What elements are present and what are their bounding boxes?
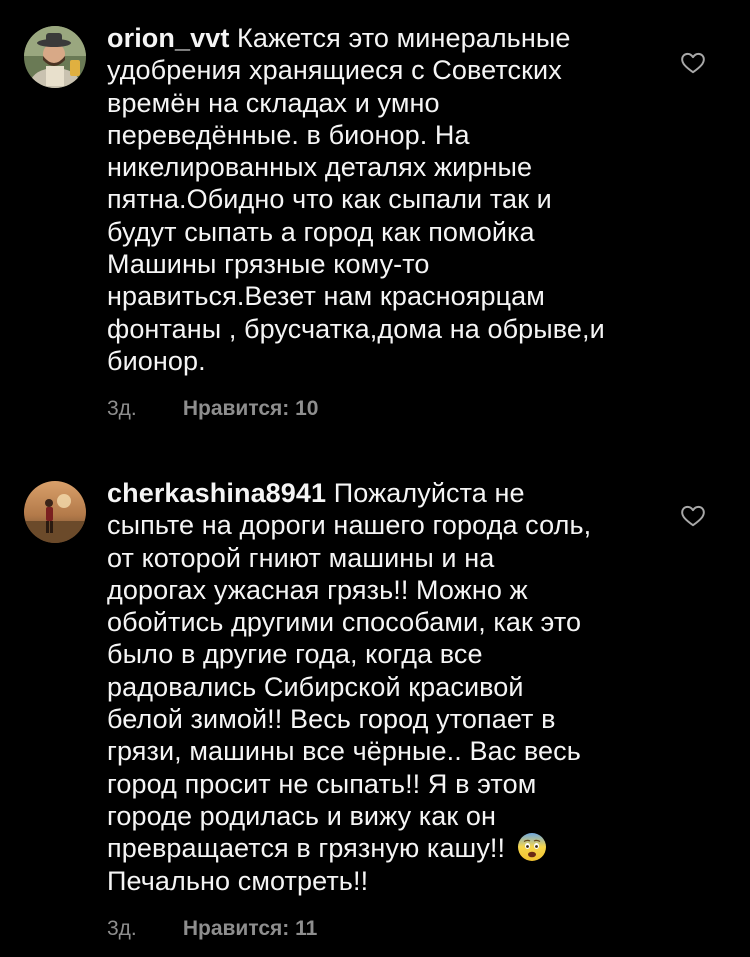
comment-content: Кажется это минеральные удобрения хранящ… [107, 23, 605, 376]
person-in-field-avatar [24, 481, 86, 543]
comment-meta: 3д. Нравится: 11 [107, 915, 652, 943]
user-avatar[interactable] [24, 481, 86, 543]
like-button[interactable] [680, 503, 706, 529]
comment-time: 3д. [107, 916, 137, 940]
comment-meta: 3д. Нравится: 10 [107, 395, 652, 423]
heart-outline-icon [681, 505, 705, 527]
username[interactable]: cherkashina8941 [107, 478, 326, 508]
fearful-face-emoji [517, 832, 547, 862]
comment-content: Пожалуйста не сыпьте на дороги нашего го… [107, 478, 592, 864]
heart-outline-icon [681, 52, 705, 74]
comment-body: cherkashina8941 Пожалуйста не сыпьте на … [107, 477, 652, 943]
man-with-hat-avatar [24, 26, 86, 88]
comment-body: orion_vvt Кажется это минеральные удобре… [107, 22, 652, 423]
comment-text: cherkashina8941 Пожалуйста не сыпьте на … [107, 477, 652, 897]
like-button[interactable] [680, 50, 706, 76]
username[interactable]: orion_vvt [107, 23, 229, 53]
likes-count[interactable]: Нравится: 10 [183, 397, 319, 420]
comment-time: 3д. [107, 397, 137, 421]
user-avatar[interactable] [24, 26, 86, 88]
comment-content-tail: Печально смотреть!! [107, 865, 369, 896]
comment-text: orion_vvt Кажется это минеральные удобре… [107, 22, 652, 377]
likes-count[interactable]: Нравится: 11 [183, 917, 317, 940]
